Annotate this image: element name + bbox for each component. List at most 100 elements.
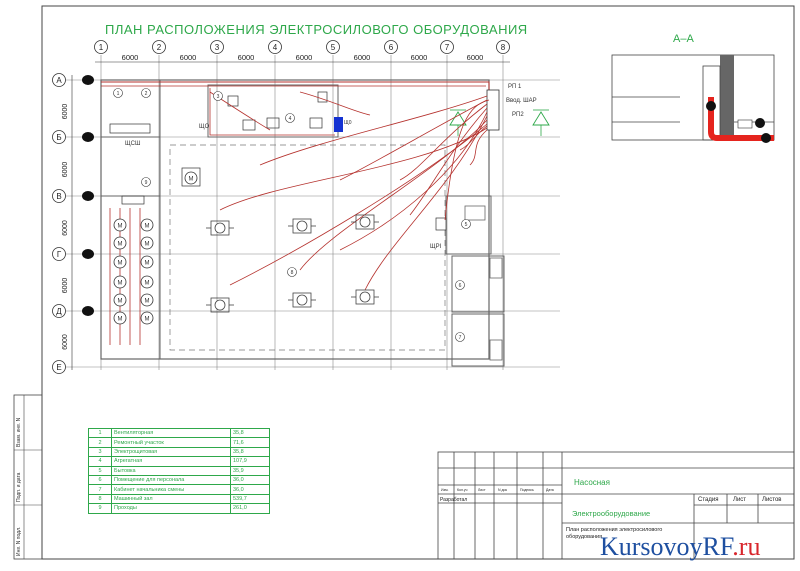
legend-cell-num: 1 (88, 427, 112, 439)
column-dimension: 6000 (238, 53, 255, 62)
cable-route (299, 91, 371, 116)
watermark-tld: .ru (732, 532, 761, 561)
cable-route (259, 95, 488, 166)
label-sh0: Щ0 (344, 120, 352, 126)
col-podp: Подпись (520, 488, 534, 492)
room-number: 8 (291, 270, 294, 276)
legend-cell-area: 107,9 (230, 456, 270, 467)
motor-symbol: M (118, 242, 123, 248)
column-axis-label: 4 (273, 43, 278, 52)
side-label-2: Подп. и дата (16, 472, 22, 502)
label-rp1: РП 1 (508, 84, 522, 90)
sheet-title: Электрооборудование (572, 509, 651, 518)
column-dimension: 6000 (411, 53, 428, 62)
motor-symbol: M (118, 299, 123, 305)
column-axis-label: 6 (389, 43, 394, 52)
pump-icon (296, 294, 308, 306)
sheet-label: Лист (733, 497, 747, 503)
section-label: А–А (673, 33, 694, 45)
legend-cell-name: Вентиляторная (111, 427, 231, 439)
motor-symbol: M (189, 177, 194, 183)
legend-cell-num: 7 (88, 484, 112, 495)
row-axis-dot (82, 132, 94, 142)
drawing-sheet: MMMMMMMMMMMMM123456789 1 6000 2 6000 3 6… (0, 0, 800, 566)
legend-cell-num: 3 (88, 446, 112, 458)
legend-row: 9 Проходы 261,0 (88, 503, 270, 514)
room-number: 3 (217, 94, 220, 100)
pump-icon (296, 220, 308, 232)
row-axis-label: Д (56, 307, 62, 316)
legend-cell-name: Агрегатная (111, 456, 231, 467)
motor-symbol: M (145, 299, 150, 305)
column-axis-label: 3 (215, 43, 220, 52)
legend-cell-name: Помещение для персонала (111, 474, 231, 486)
switchgear-room (207, 84, 339, 138)
column-dimension: 6000 (122, 53, 139, 62)
motor-symbol: M (118, 317, 123, 323)
row-dimension: 6000 (62, 104, 69, 120)
row-axis-dot (82, 75, 94, 85)
rp1-cabinet (486, 89, 500, 131)
row-axis-dot (82, 306, 94, 316)
label-vvod: Ввод. ШАР (506, 98, 537, 104)
motor-symbol: M (145, 261, 150, 267)
legend-row: 5 Бытовка 35,9 (88, 465, 270, 476)
column-dimension: 6000 (296, 53, 313, 62)
label-shcho: ЩО (199, 124, 210, 130)
room-number: 7 (459, 335, 462, 341)
legend-cell-area: 35,8 (230, 446, 270, 458)
legend-row: 3 Электрощитовая 35,8 (88, 446, 270, 458)
row-axis-label: Б (56, 133, 61, 142)
col-ndok: N док (498, 488, 508, 492)
row-dimension: 6000 (62, 334, 69, 350)
side-label-1: Взам. инв. N (16, 417, 22, 447)
machine-hall-zone (169, 144, 446, 351)
column-dimension: 6000 (467, 53, 484, 62)
drawing-title: ПЛАН РАСПОЛОЖЕНИЯ ЭЛЕКТРОСИЛОВОГО ОБОРУД… (105, 22, 528, 37)
column-dimension: 6000 (354, 53, 371, 62)
room-number: 6 (459, 283, 462, 289)
legend-cell-name: Ремонтный участок (111, 437, 231, 448)
cable-route (399, 103, 488, 181)
row-axis-dot (82, 191, 94, 201)
legend-cell-area: 261,0 (230, 503, 270, 514)
developed-label: Разработал (440, 497, 468, 503)
room-number: 5 (465, 222, 468, 228)
col-data: Дата (546, 488, 554, 492)
watermark-logo: KursovoyRF.ru (600, 532, 760, 562)
legend-cell-name: Кабинет начальника смены (111, 484, 231, 495)
motor-symbol: M (118, 261, 123, 267)
legend-cell-area: 71,6 (230, 437, 270, 448)
legend-row: 2 Ремонтный участок 71,6 (88, 437, 270, 448)
legend-cell-area: 36,0 (230, 484, 270, 495)
cable-route (229, 123, 488, 286)
legend-cell-num: 5 (88, 465, 112, 476)
watermark-main: KursovoyRF (600, 532, 733, 561)
col-list: Лист (478, 488, 486, 492)
column-axis-label: 5 (331, 43, 336, 52)
row-axis-dot (82, 249, 94, 259)
legend-cell-num: 9 (88, 503, 112, 514)
legend-row: 4 Агрегатная 107,9 (88, 456, 270, 467)
stage-label: Стадия (698, 497, 719, 503)
room-number: 9 (145, 180, 148, 186)
row-dimension: 6000 (62, 162, 69, 178)
legend-cell-num: 6 (88, 474, 112, 486)
column-axis-label: 1 (99, 43, 104, 52)
legend-cell-name: Машинный зал (111, 493, 231, 505)
legend-cell-num: 2 (88, 437, 112, 448)
legend-row: 8 Машинный зал 539,7 (88, 493, 270, 505)
room-legend-table: 1 Вентиляторная 35,8 2 Ремонтный участок 71,6… (88, 427, 270, 514)
motor-symbol: M (145, 242, 150, 248)
row-dimension: 6000 (62, 220, 69, 236)
lighting-triangle (532, 111, 550, 126)
project-name: Насосная (574, 478, 610, 487)
legend-cell-name: Проходы (111, 503, 231, 514)
label-rp2: РП2 (512, 112, 524, 118)
pump-icon (214, 299, 226, 311)
cable-route (444, 99, 490, 221)
legend-cell-num: 8 (88, 493, 112, 505)
motor-symbol: M (145, 317, 150, 323)
room-number: 4 (289, 116, 292, 122)
equipment-symbols: M M M M M M M M M M M M M 1 2 3 4 5 6 7 8 9 (113, 88, 471, 342)
